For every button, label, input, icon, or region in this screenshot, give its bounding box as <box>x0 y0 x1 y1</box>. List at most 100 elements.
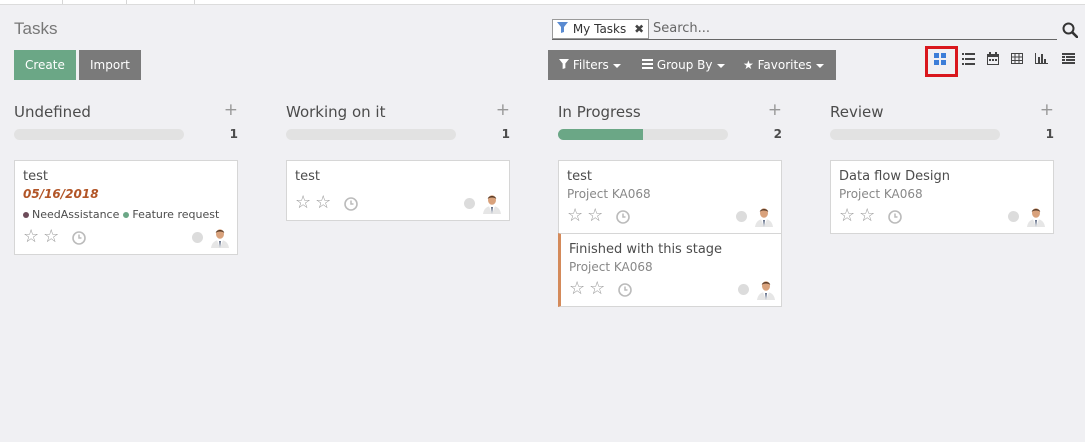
task-tag: Feature request <box>123 208 219 221</box>
task-project: Project KA068 <box>569 260 653 274</box>
search-icon[interactable] <box>1062 22 1079 39</box>
star-icon[interactable]: ☆ <box>587 207 603 225</box>
favorites-label: Favorites <box>757 58 812 72</box>
graph-view-icon[interactable] <box>1035 49 1055 69</box>
filters-label: Filters <box>572 58 609 72</box>
column-progress-bar <box>286 129 456 140</box>
column-count: 1 <box>1045 127 1054 141</box>
kanban-state-dot[interactable] <box>736 211 747 222</box>
import-button[interactable]: Import <box>79 50 141 80</box>
tag-dot <box>23 212 29 218</box>
star-icon[interactable]: ☆ <box>839 207 855 225</box>
search-bar: My Tasks ✖ <box>552 19 1057 40</box>
search-input[interactable] <box>653 19 1053 37</box>
star-icon[interactable]: ☆ <box>569 280 585 298</box>
column-count: 2 <box>773 127 782 141</box>
search-facet[interactable]: My Tasks ✖ <box>552 19 650 39</box>
star-icon[interactable]: ☆ <box>315 194 331 212</box>
search-facet-label: My Tasks <box>572 22 627 36</box>
control-panel: Tasks Create Import My Tasks ✖ Filters G… <box>0 5 1085 90</box>
star-icon[interactable]: ☆ <box>23 228 39 246</box>
priority-stars: ☆ ☆ <box>839 206 879 225</box>
filter-icon <box>557 21 569 39</box>
remove-facet-icon[interactable]: ✖ <box>634 22 644 36</box>
group-by-label: Group By <box>656 58 713 72</box>
priority-stars: ☆ ☆ <box>569 279 609 298</box>
task-title: Data flow Design <box>839 169 950 184</box>
group-by-dropdown[interactable]: Group By <box>642 50 725 80</box>
task-deadline: 05/16/2018 <box>23 187 99 201</box>
create-button[interactable]: Create <box>14 50 76 80</box>
column-progress-bar <box>830 129 1000 140</box>
kanban-state-dot[interactable] <box>464 198 475 209</box>
top-tab[interactable] <box>62 0 127 4</box>
page-title: Tasks <box>14 19 58 38</box>
task-title: test <box>23 169 48 184</box>
filter-icon <box>559 59 569 69</box>
caret-down-icon <box>612 63 621 68</box>
avatar <box>1025 205 1047 227</box>
avatar <box>209 226 231 248</box>
column-title: Working on it <box>286 103 386 121</box>
priority-stars: ☆ ☆ <box>295 193 335 212</box>
filters-dropdown[interactable]: Filters <box>559 50 621 80</box>
kanban-state-dot[interactable] <box>738 284 749 295</box>
clock-icon[interactable] <box>618 282 632 297</box>
add-task-icon[interactable]: + <box>1040 100 1054 120</box>
task-card[interactable]: Data flow Design Project KA068 ☆ ☆ <box>830 160 1054 234</box>
column-title: In Progress <box>558 103 641 121</box>
task-project: Project KA068 <box>839 187 923 201</box>
task-title: test <box>567 169 592 184</box>
star-icon: ★ <box>743 58 754 72</box>
star-icon[interactable]: ☆ <box>589 280 605 298</box>
tag-label: NeedAssistance <box>32 208 120 221</box>
task-tags: NeedAssistance Feature request <box>23 208 219 221</box>
column-progress-bar <box>14 129 184 140</box>
tag-dot <box>123 212 130 218</box>
column-count: 1 <box>501 127 510 141</box>
clock-icon[interactable] <box>344 196 358 211</box>
search-options-bar: Filters Group By ★ Favorites <box>548 50 836 80</box>
star-icon[interactable]: ☆ <box>295 194 311 212</box>
top-tab[interactable] <box>0 0 63 4</box>
column-title: Review <box>830 103 884 121</box>
top-tab[interactable] <box>126 0 195 4</box>
star-icon[interactable]: ☆ <box>43 228 59 246</box>
favorites-dropdown[interactable]: ★ Favorites <box>743 50 824 80</box>
task-title: test <box>295 169 320 184</box>
star-icon[interactable]: ☆ <box>567 207 583 225</box>
column-title: Undefined <box>14 103 91 121</box>
star-icon[interactable]: ☆ <box>859 207 875 225</box>
tag-label: Feature request <box>132 208 220 221</box>
task-card[interactable]: test Project KA068 ☆ ☆ <box>558 160 782 234</box>
bars-icon <box>642 59 653 69</box>
list-view-icon[interactable] <box>962 49 982 69</box>
kanban-state-dot[interactable] <box>192 232 203 243</box>
kanban-view-icon[interactable] <box>934 49 954 69</box>
add-task-icon[interactable]: + <box>224 100 238 120</box>
activity-view-icon[interactable] <box>1062 49 1082 69</box>
progress-fill <box>558 129 643 140</box>
clock-icon[interactable] <box>616 209 630 224</box>
column-progress-bar <box>558 129 728 140</box>
caret-down-icon <box>716 63 725 68</box>
kanban-state-dot[interactable] <box>1008 211 1019 222</box>
caret-down-icon <box>815 63 824 68</box>
add-task-icon[interactable]: + <box>496 100 510 120</box>
task-project: Project KA068 <box>567 187 651 201</box>
task-card[interactable]: test ☆ ☆ <box>286 160 510 221</box>
avatar <box>753 205 775 227</box>
task-card[interactable]: Finished with this stage Project KA068 ☆ ☆ <box>558 233 782 307</box>
priority-stars: ☆ ☆ <box>567 206 607 225</box>
task-tag: NeedAssistance <box>23 208 119 221</box>
avatar <box>481 192 503 214</box>
calendar-view-icon[interactable] <box>987 49 1007 69</box>
task-title: Finished with this stage <box>569 242 723 257</box>
priority-stars: ☆ ☆ <box>23 227 63 246</box>
pivot-view-icon[interactable] <box>1011 49 1031 69</box>
clock-icon[interactable] <box>72 230 86 245</box>
avatar <box>755 278 777 300</box>
clock-icon[interactable] <box>888 209 902 224</box>
add-task-icon[interactable]: + <box>768 100 782 120</box>
task-card[interactable]: test 05/16/2018 NeedAssistance Feature requ… <box>14 160 238 255</box>
